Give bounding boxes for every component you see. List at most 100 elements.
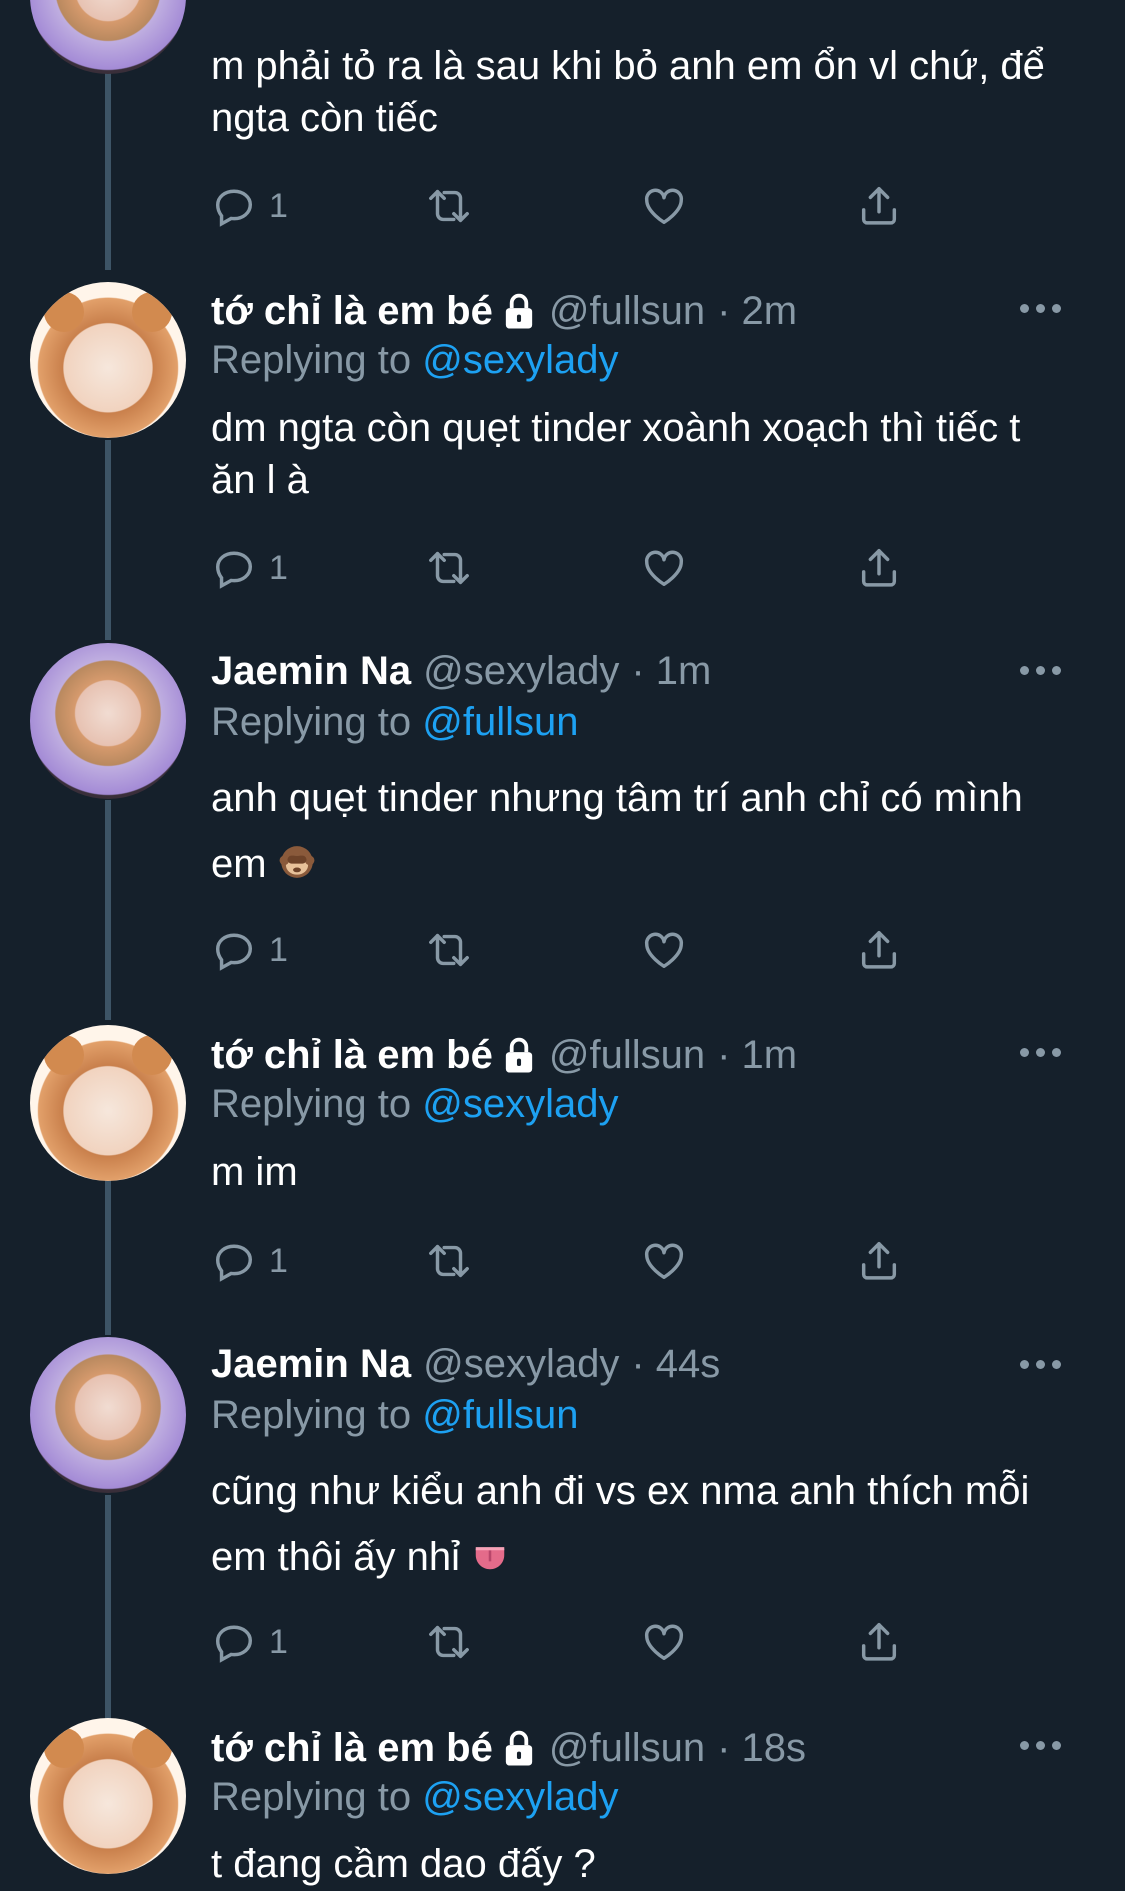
share-button[interactable] [856,925,902,975]
more-button[interactable] [1020,1354,1070,1374]
replying-to-link[interactable]: @fullsun [422,700,578,744]
replying-to-link[interactable]: @sexylady [422,1082,618,1126]
share-button[interactable] [856,1236,902,1286]
reply-button[interactable]: 1 [211,181,288,231]
monkey-face-icon [279,846,315,878]
more-button[interactable] [1020,1735,1070,1755]
tweet-actions: 1 [211,925,911,975]
like-button[interactable] [641,543,687,593]
more-icon [1020,665,1029,675]
tweet-time: · 1m [717,1032,798,1077]
tweet-text: dm ngta còn quẹt tinder xoành xoạch thì … [211,406,1021,502]
more-button[interactable] [1020,660,1070,680]
replying-to: Replying to @fullsun [211,700,579,744]
reply-icon [215,551,253,589]
like-button[interactable] [641,1617,687,1667]
share-icon [861,1242,897,1280]
lock-icon [505,1037,533,1073]
reply-button[interactable]: 1 [211,1236,288,1286]
like-icon [644,188,684,225]
tweet-text: cũng như kiểu anh đi vs ex nma anh thích… [211,1469,1030,1579]
tweet-time: · 18s [717,1725,807,1770]
reply-icon [215,189,253,227]
author-handle[interactable]: @fullsun [549,1033,705,1078]
tweet-header: tớ chỉ là em bé @fullsun · 1m [211,1032,797,1078]
reply-count: 1 [269,1241,288,1280]
tweet-text: t đang cầm dao đấy ? [211,1842,596,1886]
author-name[interactable]: tớ chỉ là em bé [211,289,493,334]
thread-line [105,1495,111,1720]
tweet-header: Jaemin Na @sexylady · 1m [211,648,711,694]
reply-button[interactable]: 1 [211,1617,288,1667]
author-handle[interactable]: @sexylady [423,1342,619,1387]
tweet-text: anh quẹt tinder nhưng tâm trí anh chỉ có… [211,776,1023,886]
retweet-icon [429,1244,469,1278]
tweet-header: tớ chỉ là em bé @fullsun · 2m [211,288,797,334]
author-name[interactable]: Jaemin Na [211,649,411,694]
like-button[interactable] [641,1236,687,1286]
replying-to-link[interactable]: @sexylady [422,338,618,382]
lock-icon [505,293,533,329]
avatar[interactable] [30,1718,186,1874]
tongue-icon [475,1547,505,1570]
tweet-text: m im [211,1150,298,1194]
retweet-button[interactable] [426,181,472,231]
share-icon [861,1623,897,1661]
like-button[interactable] [641,925,687,975]
retweet-icon [429,551,469,585]
reply-icon [215,1244,253,1282]
like-icon [644,932,684,969]
avatar[interactable] [30,643,186,799]
tweet-text: m phải tỏ ra là sau khi bỏ anh em ổn vl … [211,44,1045,140]
replying-to: Replying to @sexylady [211,1082,619,1126]
tweet-header: tớ chỉ là em bé @fullsun · 18s [211,1725,806,1771]
author-handle[interactable]: @sexylady [423,649,619,694]
replying-to: Replying to @sexylady [211,338,619,382]
retweet-button[interactable] [426,1617,472,1667]
more-icon [1020,1740,1029,1750]
avatar[interactable] [30,1025,186,1181]
tweet-actions: 1 [211,1236,911,1286]
author-handle[interactable]: @fullsun [549,289,705,334]
like-icon [644,1243,684,1280]
share-button[interactable] [856,1617,902,1667]
tweet-actions: 1 [211,1617,911,1667]
share-button[interactable] [856,181,902,231]
like-icon [644,1624,684,1661]
more-button[interactable] [1020,1042,1070,1062]
retweet-icon [429,1625,469,1659]
reply-count: 1 [269,1622,288,1661]
share-icon [861,549,897,587]
retweet-button[interactable] [426,543,472,593]
replying-to-link[interactable]: @fullsun [422,1393,578,1437]
reply-button[interactable]: 1 [211,543,288,593]
reply-count: 1 [269,186,288,225]
author-handle[interactable]: @fullsun [549,1726,705,1771]
retweet-button[interactable] [426,1236,472,1286]
author-name[interactable]: tớ chỉ là em bé [211,1033,493,1078]
author-name[interactable]: tớ chỉ là em bé [211,1726,493,1771]
retweet-button[interactable] [426,925,472,975]
thread-line [105,1180,111,1335]
replying-to-link[interactable]: @sexylady [422,1775,618,1819]
reply-icon [215,933,253,971]
like-button[interactable] [641,181,687,231]
replying-to: Replying to @fullsun [211,1393,579,1437]
reply-count: 1 [269,930,288,969]
tweet-actions: 1 [211,181,911,231]
more-button[interactable] [1020,298,1070,318]
share-button[interactable] [856,543,902,593]
tweet-actions: 1 [211,543,911,593]
reply-button[interactable]: 1 [211,925,288,975]
avatar[interactable] [30,282,186,438]
author-name[interactable]: Jaemin Na [211,1342,411,1387]
more-icon [1020,303,1029,313]
more-icon [1020,1359,1029,1369]
avatar[interactable] [30,1337,186,1493]
tweet-thread: m phải tỏ ra là sau khi bỏ anh em ổn vl … [0,0,1125,1891]
tweet-header: Jaemin Na @sexylady · 44s [211,1341,720,1387]
avatar[interactable] [30,0,186,74]
thread-line [105,800,111,1020]
thread-line [105,440,111,640]
tweet-time: · 2m [717,288,798,333]
